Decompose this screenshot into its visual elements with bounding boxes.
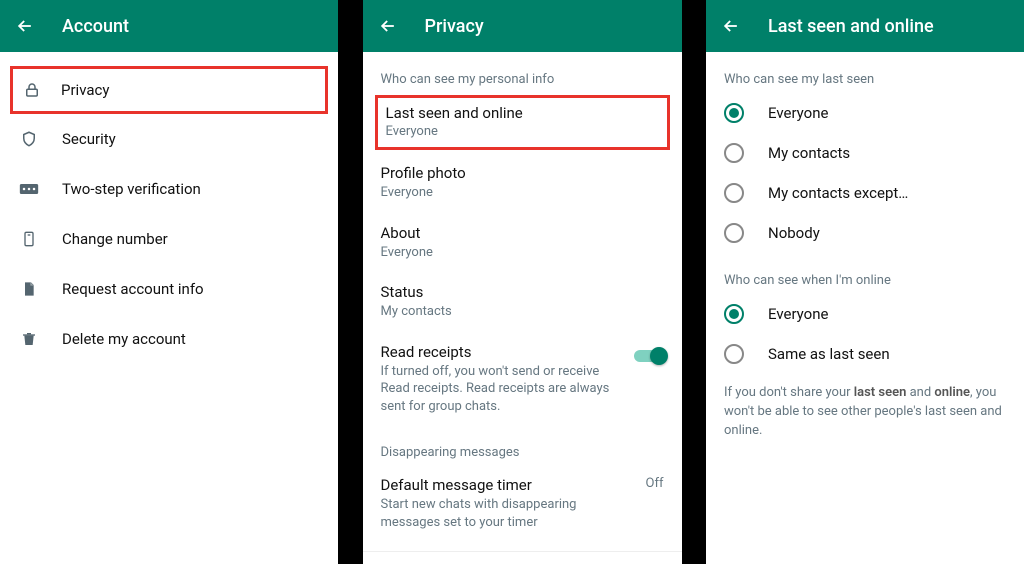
privacy-item-profile-photo[interactable]: Profile photo Everyone	[363, 154, 682, 214]
pin-icon	[18, 178, 40, 200]
toggle-thumb	[650, 347, 668, 365]
section-caption: Who can see my last seen	[706, 62, 1024, 93]
toolbar-title: Privacy	[425, 16, 484, 37]
account-item-delete[interactable]: Delete my account	[0, 314, 338, 364]
item-title: Profile photo	[381, 164, 664, 182]
radio-icon	[724, 103, 744, 123]
privacy-note: If you don't share your last seen and on…	[706, 374, 1024, 451]
account-item-label: Security	[62, 130, 116, 148]
privacy-item-read-receipts[interactable]: Read receipts If turned off, you won't s…	[363, 333, 682, 428]
item-title: Status	[381, 283, 664, 301]
item-subtitle: If turned off, you won't send or receive…	[381, 363, 664, 416]
account-item-label: Change number	[62, 230, 168, 248]
privacy-screen: Privacy Who can see my personal info Las…	[363, 0, 682, 564]
back-button[interactable]	[14, 15, 36, 37]
radio-icon	[724, 143, 744, 163]
toolbar: Account	[0, 0, 338, 52]
item-title: Last seen and online	[386, 104, 659, 122]
radio-icon	[724, 223, 744, 243]
account-item-privacy[interactable]: Privacy	[10, 66, 328, 114]
arrow-left-icon	[15, 16, 35, 36]
toolbar: Privacy	[363, 0, 682, 52]
radio-icon	[724, 344, 744, 364]
section-caption: Who can see my personal info	[363, 62, 682, 93]
account-item-label: Request account info	[62, 280, 204, 298]
divider	[363, 551, 682, 552]
radio-label: My contacts except…	[768, 184, 908, 202]
privacy-item-groups[interactable]: Groups Everyone	[363, 560, 682, 564]
item-trailing: Off	[646, 476, 664, 491]
item-title: About	[381, 224, 664, 242]
back-button[interactable]	[377, 15, 399, 37]
privacy-item-default-timer[interactable]: Default message timer Start new chats wi…	[363, 466, 682, 543]
section-caption: Who can see when I'm online	[706, 253, 1024, 294]
account-item-label: Delete my account	[62, 330, 186, 348]
shield-icon	[18, 128, 40, 150]
radio-label: Nobody	[768, 224, 820, 242]
item-subtitle: Everyone	[381, 244, 664, 262]
account-item-request-info[interactable]: Request account info	[0, 264, 338, 314]
arrow-left-icon	[378, 16, 398, 36]
account-item-label: Privacy	[61, 81, 109, 99]
radio-my-contacts-except[interactable]: My contacts except…	[706, 173, 1024, 213]
toolbar: Last seen and online	[706, 0, 1024, 52]
last-seen-body: Who can see my last seen Everyone My con…	[706, 52, 1024, 564]
privacy-item-status[interactable]: Status My contacts	[363, 273, 682, 333]
privacy-item-last-seen[interactable]: Last seen and online Everyone	[375, 95, 670, 150]
radio-online-same[interactable]: Same as last seen	[706, 334, 1024, 374]
radio-icon	[724, 304, 744, 324]
phone-swap-icon	[18, 228, 40, 250]
item-subtitle: Start new chats with disappearing messag…	[381, 496, 664, 531]
item-title: Default message timer	[381, 476, 664, 494]
privacy-item-about[interactable]: About Everyone	[363, 214, 682, 274]
radio-label: My contacts	[768, 144, 850, 162]
radio-label: Same as last seen	[768, 345, 890, 363]
account-item-label: Two-step verification	[62, 180, 201, 198]
item-subtitle: Everyone	[386, 124, 659, 139]
radio-label: Everyone	[768, 104, 828, 122]
arrow-left-icon	[721, 16, 741, 36]
item-title: Read receipts	[381, 343, 664, 361]
account-screen: Account Privacy Security Two-step verifi…	[0, 0, 338, 564]
radio-everyone[interactable]: Everyone	[706, 93, 1024, 133]
lock-icon	[21, 79, 43, 101]
privacy-list: Who can see my personal info Last seen a…	[363, 52, 682, 564]
item-subtitle: Everyone	[381, 184, 664, 202]
radio-nobody[interactable]: Nobody	[706, 213, 1024, 253]
toolbar-title: Last seen and online	[768, 16, 934, 37]
radio-icon	[724, 183, 744, 203]
account-list: Privacy Security Two-step verification C…	[0, 52, 338, 564]
toolbar-title: Account	[62, 16, 129, 37]
account-item-two-step[interactable]: Two-step verification	[0, 164, 338, 214]
read-receipts-toggle[interactable]	[634, 347, 668, 365]
account-item-change-number[interactable]: Change number	[0, 214, 338, 264]
document-icon	[18, 278, 40, 300]
account-item-security[interactable]: Security	[0, 114, 338, 164]
last-seen-screen: Last seen and online Who can see my last…	[706, 0, 1024, 564]
radio-label: Everyone	[768, 305, 828, 323]
back-button[interactable]	[720, 15, 742, 37]
radio-online-everyone[interactable]: Everyone	[706, 294, 1024, 334]
radio-my-contacts[interactable]: My contacts	[706, 133, 1024, 173]
item-subtitle: My contacts	[381, 303, 664, 321]
section-caption: Disappearing messages	[363, 427, 682, 466]
trash-icon	[18, 328, 40, 350]
